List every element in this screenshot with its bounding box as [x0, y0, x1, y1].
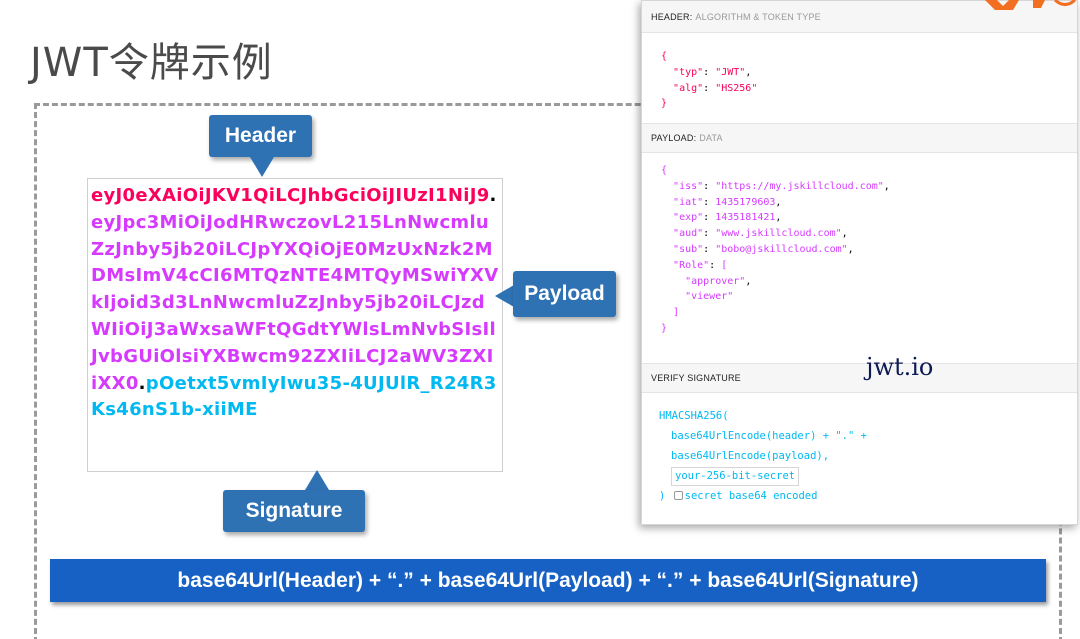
json-value: 1435179603 [715, 196, 776, 208]
header-json-editor[interactable]: { "typ": "JWT", "alg": "HS256" } [642, 33, 1077, 123]
json-value: "www.jskillcloud.com" [715, 228, 842, 240]
json-value: "viewer" [685, 291, 734, 303]
jwtio-panel: HEADER: ALGORITHM & TOKEN TYPE { "typ": … [641, 0, 1078, 525]
json-value: 1435181421 [715, 212, 776, 224]
logo-fragment-icon [985, 0, 1077, 10]
json-value: "JWT" [715, 66, 746, 78]
json-brace: } [661, 322, 668, 334]
json-key: "iat" [673, 196, 704, 208]
json-value: "HS256" [715, 82, 758, 94]
formula-bar: base64Url(Header) + “.” + base64Url(Payl… [50, 559, 1046, 602]
json-value: "bobo@jskillcloud.com" [715, 243, 848, 255]
json-key: "typ" [673, 66, 704, 78]
json-key: "exp" [673, 212, 704, 224]
signature-callout-pointer [305, 470, 329, 490]
verify-line-2: base64UrlEncode(header) + "." + [671, 430, 867, 442]
slide-title: JWT令牌示例 [30, 40, 273, 86]
verify-signature-editor: HMACSHA256( base64UrlEncode(header) + ".… [642, 393, 1077, 506]
encoded-token: eyJ0eXAiOiJKV1QiLCJhbGciOiJIUzI1NiJ9.eyJ… [87, 178, 503, 472]
token-header-part: eyJ0eXAiOiJKV1QiLCJhbGciOiJIUzI1NiJ9 [91, 185, 490, 206]
json-value: "https://my.jskillcloud.com" [715, 180, 884, 192]
json-bracket: [ [721, 259, 728, 271]
verify-close-paren: ) [659, 490, 666, 502]
token-dot-1: . [489, 185, 497, 206]
signature-callout: Signature [223, 490, 365, 532]
verify-line-3: base64UrlEncode(payload), [671, 450, 830, 462]
verify-section-title: VERIFY SIGNATURE [642, 363, 1077, 393]
json-key: "alg" [673, 82, 704, 94]
header-section-sub: ALGORITHM & TOKEN TYPE [695, 11, 821, 22]
payload-section-sub: DATA [699, 133, 723, 143]
payload-section-title: PAYLOAD: DATA [642, 123, 1077, 153]
json-brace: } [661, 98, 668, 110]
payload-section-label: PAYLOAD: [651, 133, 697, 143]
json-brace: { [661, 165, 668, 176]
json-key: "sub" [673, 243, 704, 255]
payload-callout: Payload [513, 271, 616, 317]
jwtio-brand: jwt.io [866, 353, 934, 381]
header-callout-pointer [250, 157, 274, 177]
json-key: "aud" [673, 228, 704, 240]
json-brace: { [661, 51, 668, 62]
verify-section-label: VERIFY SIGNATURE [651, 373, 741, 383]
checkbox-label: secret base64 encoded [684, 490, 818, 502]
json-key: "Role" [673, 259, 710, 271]
header-section-label: HEADER: [651, 11, 693, 22]
payload-callout-pointer [495, 285, 514, 307]
header-callout: Header [209, 115, 312, 157]
json-bracket: ] [673, 307, 680, 319]
payload-json-editor[interactable]: { "iss": "https://my.jskillcloud.com", "… [642, 153, 1077, 363]
token-dot-2: . [138, 372, 146, 394]
verify-line-1: HMACSHA256( [659, 410, 729, 422]
token-signature-part: pOetxt5vmIyIwu35-4UJUlR_R24R3Ks46nS1b-xi… [91, 372, 497, 421]
token-payload-part: eyJpc3MiOiJodHRwczovL215LnNwcmluZzJnby5j… [91, 211, 499, 394]
json-value: "approver" [685, 275, 746, 287]
json-key: "iss" [673, 180, 704, 192]
secret-input[interactable]: your-256-bit-secret [671, 467, 800, 486]
base64-checkbox[interactable] [673, 491, 683, 500]
